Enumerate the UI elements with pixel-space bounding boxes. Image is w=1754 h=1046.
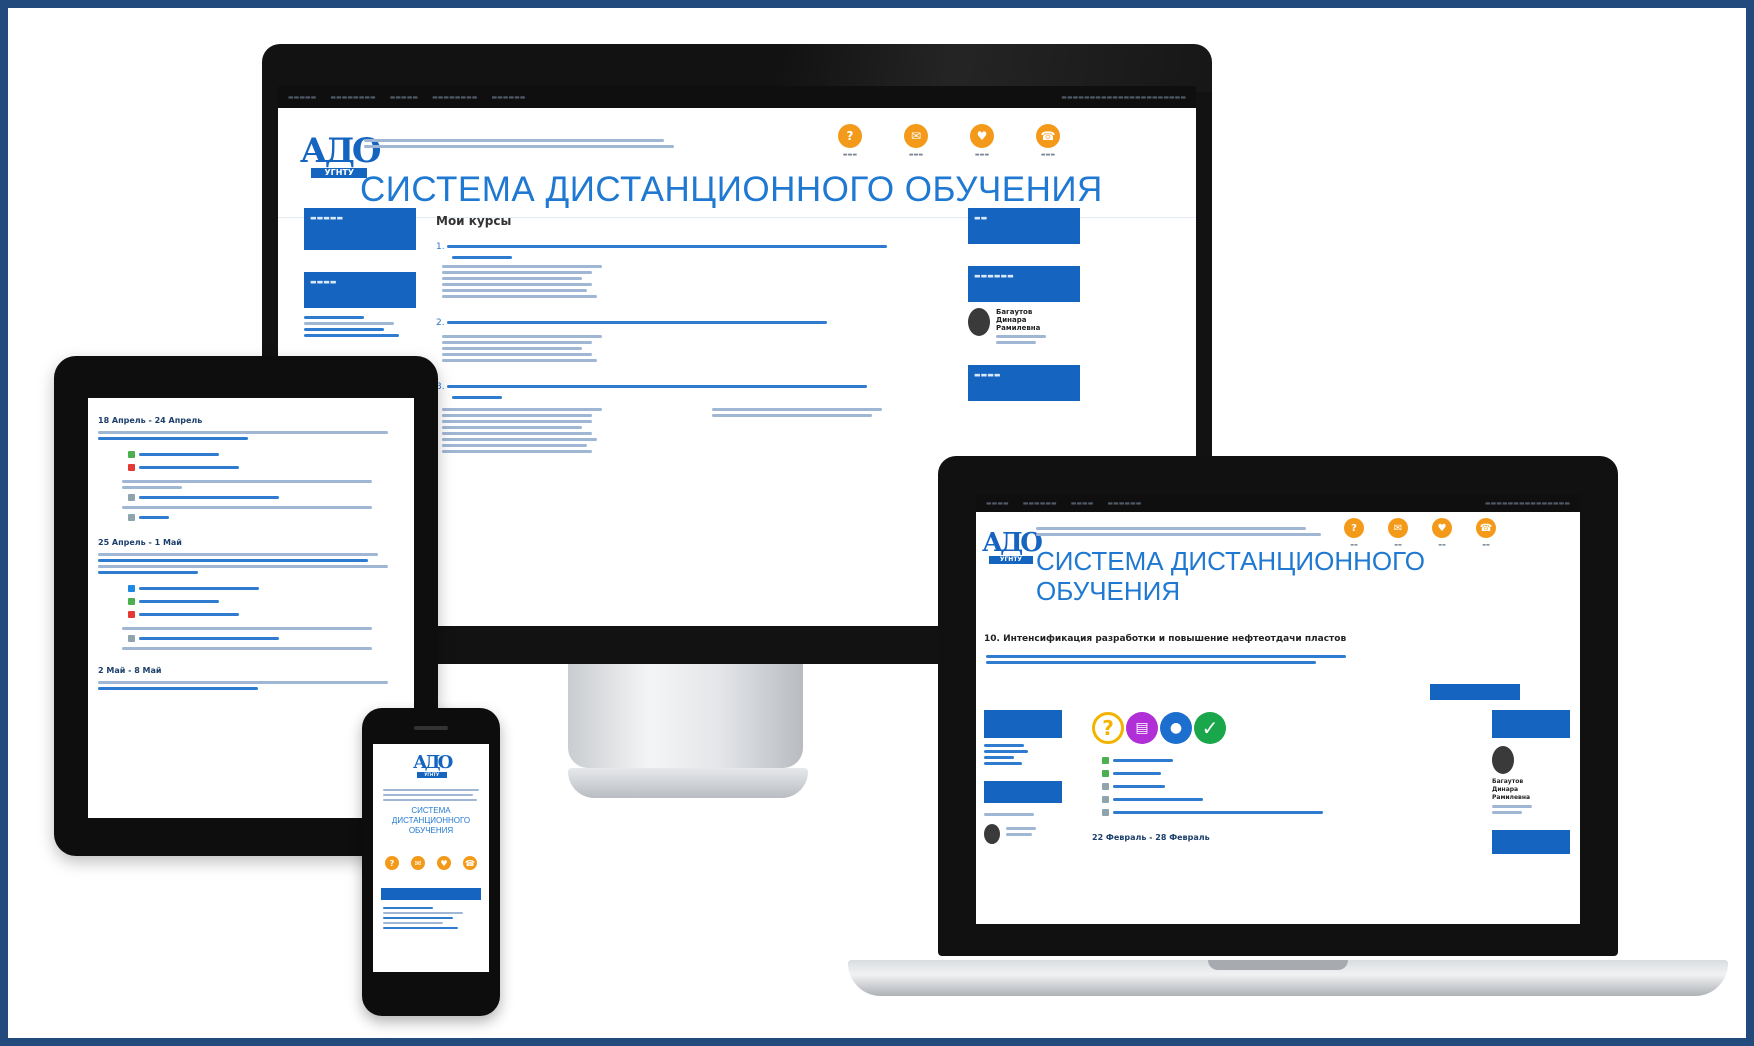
monitor-stand-base (568, 768, 808, 798)
system-title: СИСТЕМА ДИСТАНЦИОННОГО ОБУЧЕНИЯ (1036, 546, 1425, 606)
check-icon[interactable]: ✓ (1194, 712, 1226, 744)
logo: АДО УГНТУ (413, 752, 453, 778)
sidebar-block[interactable] (1492, 830, 1570, 854)
header-icons: ? ✉ ♥ ☎ (385, 856, 477, 870)
sidebar-block[interactable]: ▬▬ (968, 208, 1080, 244)
laptop-right-sidebar: Багаутов Динара Рамилевна (1492, 710, 1570, 854)
sidebar-block[interactable] (984, 710, 1062, 738)
help-icon[interactable]: ? ▬▬▬ (838, 124, 862, 158)
monitor-header: АДО УГНТУ СИСТЕМА ДИСТАНЦИОННОГО ОБУЧЕНИ… (278, 108, 1196, 218)
help-icon[interactable]: ? ▬▬ (1344, 518, 1364, 547)
monitor-navbar: ▬▬▬▬▬ ▬▬▬▬▬▬▬▬ ▬▬▬▬▬ ▬▬▬▬▬▬▬▬ ▬▬▬▬▬▬ ▬▬▬▬▬▬▬… (278, 86, 1196, 108)
avatar (968, 308, 990, 336)
laptop-header: АДО УГНТУ СИСТЕМА ДИСТАНЦИОННОГО ОБУЧЕНИ… (976, 512, 1580, 620)
monitor-main: Мои курсы 1. 2. 3. (436, 214, 916, 472)
laptop-left-sidebar (984, 710, 1062, 844)
logo: АДО УГНТУ (982, 528, 1043, 564)
help-icon[interactable]: ? (385, 856, 399, 870)
monitor-stand (568, 648, 803, 768)
sidebar-block[interactable]: ▬▬▬▬ (304, 272, 416, 308)
week-heading: 2 Май - 8 Май (98, 666, 162, 675)
avatar (1492, 746, 1514, 774)
laptop-navbar: ▬▬▬▬ ▬▬▬▬▬▬ ▬▬▬▬ ▬▬▬▬▬▬ ▬▬▬▬▬▬▬▬▬▬▬▬▬▬▬ (976, 494, 1580, 512)
header-icons: ? ▬▬▬ ✉ ▬▬▬ ♥ ▬▬▬ ☎ ▬▬▬ (838, 124, 1060, 158)
like-icon[interactable]: ♥ ▬▬ (1432, 518, 1452, 547)
document-icon[interactable]: ▤ (1126, 712, 1158, 744)
sidebar-block[interactable] (381, 888, 481, 900)
sidebar-block[interactable]: ▬▬▬▬▬ (304, 208, 416, 250)
week-heading: 22 Февраль - 28 Февраль (1092, 833, 1210, 842)
users-icon[interactable]: ● (1160, 712, 1192, 744)
laptop-screen: ▬▬▬▬ ▬▬▬▬▬▬ ▬▬▬▬ ▬▬▬▬▬▬ ▬▬▬▬▬▬▬▬▬▬▬▬▬▬▬ АДО… (976, 494, 1580, 924)
course-title: 10. Интенсификация разработки и повышени… (984, 634, 1347, 644)
phone-screen: АДО УГНТУ СИСТЕМА ДИСТАНЦИОННОГО ОБУЧЕНИ… (373, 744, 489, 972)
header-icons: ? ▬▬ ✉ ▬▬ ♥ ▬▬ ☎ ▬▬ (1344, 518, 1496, 547)
laptop-main: ? ▤ ● ✓ 22 Февраль - 28 Февраль (1092, 712, 1412, 842)
course-item[interactable]: 3. (436, 382, 916, 456)
chat-icon[interactable]: ✉ ▬▬▬ (904, 124, 928, 158)
chat-icon[interactable]: ✉ ▬▬ (1388, 518, 1408, 547)
promo-image: ▬▬▬▬▬ ▬▬▬▬▬▬▬▬ ▬▬▬▬▬ ▬▬▬▬▬▬▬▬ ▬▬▬▬▬▬ ▬▬▬▬▬▬▬… (8, 8, 1746, 1038)
phone-icon[interactable]: ☎ ▬▬ (1476, 518, 1496, 547)
sidebar-block[interactable] (984, 781, 1062, 803)
week-heading: 18 Апрель - 24 Апрель (98, 416, 203, 425)
phone-icon[interactable]: ☎ ▬▬▬ (1036, 124, 1060, 158)
laptop-device: ▬▬▬▬ ▬▬▬▬▬▬ ▬▬▬▬ ▬▬▬▬▬▬ ▬▬▬▬▬▬▬▬▬▬▬▬▬▬▬ АДО… (938, 456, 1618, 956)
phone-device: АДО УГНТУ СИСТЕМА ДИСТАНЦИОННОГО ОБУЧЕНИ… (362, 708, 500, 1016)
system-title: СИСТЕМА ДИСТАНЦИОННОГО ОБУЧЕНИЯ (360, 170, 1103, 209)
monitor-left-sidebar: ▬▬▬▬▬ ▬▬▬▬ (304, 208, 416, 340)
edit-button[interactable] (1430, 684, 1520, 700)
system-title: СИСТЕМА ДИСТАНЦИОННОГО ОБУЧЕНИЯ (391, 806, 471, 835)
chat-icon[interactable]: ✉ (411, 856, 425, 870)
course-item[interactable]: 2. (436, 318, 916, 362)
sidebar-block[interactable]: ▬▬▬▬ (968, 365, 1080, 401)
course-item[interactable]: 1. (436, 242, 916, 298)
avatar (984, 824, 1000, 844)
sidebar-block[interactable] (1492, 710, 1570, 738)
sidebar-block[interactable]: ▬▬▬▬▬▬ (968, 266, 1080, 302)
like-icon[interactable]: ♥ ▬▬▬ (970, 124, 994, 158)
question-icon[interactable]: ? (1092, 712, 1124, 744)
phone-icon[interactable]: ☎ (463, 856, 477, 870)
logo-abbr: УГНТУ (311, 168, 368, 178)
monitor-right-sidebar: ▬▬ ▬▬▬▬▬▬ Багаутов Динара Рамилевна ▬▬▬▬ (968, 208, 1080, 401)
like-icon[interactable]: ♥ (437, 856, 451, 870)
teacher-profile: Багаутов Динара Рамилевна (968, 308, 1080, 347)
week-heading: 25 Апрель - 1 Май (98, 538, 182, 547)
section-title: Мои курсы (436, 214, 512, 228)
